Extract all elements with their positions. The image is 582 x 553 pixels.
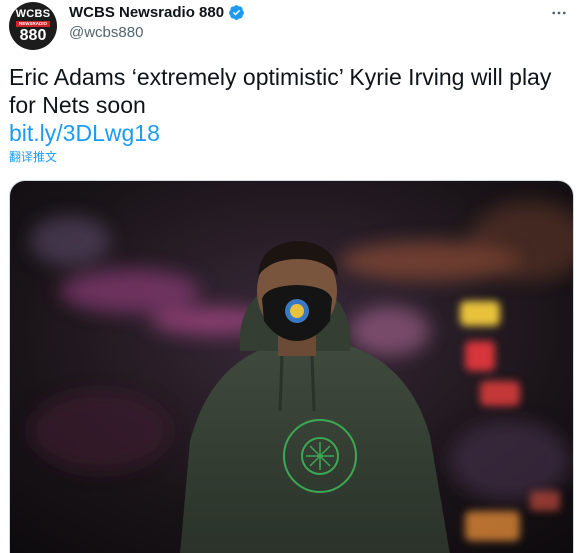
photo-kyrie-irving-masked [10, 181, 573, 553]
tweet-text: Eric Adams ‘extremely optimistic’ Kyrie … [9, 63, 574, 147]
avatar-line1: WCBS [15, 8, 51, 20]
tweet-header: WCBS NEWSRADIO 880 WCBS Newsradio 880 @w… [9, 0, 574, 52]
author-display-name[interactable]: WCBS Newsradio 880 [69, 4, 224, 21]
more-options-icon[interactable] [548, 2, 570, 24]
name-row: WCBS Newsradio 880 [69, 4, 245, 21]
author-handle[interactable]: @wcbs880 [69, 24, 143, 41]
avatar[interactable]: WCBS NEWSRADIO 880 [9, 2, 57, 50]
translate-tweet-link[interactable]: 翻译推文 [9, 148, 57, 165]
verified-badge-icon [229, 5, 244, 20]
tweet-body: Eric Adams ‘extremely optimistic’ Kyrie … [9, 64, 552, 118]
tweet-link[interactable]: bit.ly/3DLwg18 [9, 119, 574, 147]
avatar-line3: 880 [19, 27, 47, 44]
tweet-photo[interactable] [9, 180, 574, 553]
